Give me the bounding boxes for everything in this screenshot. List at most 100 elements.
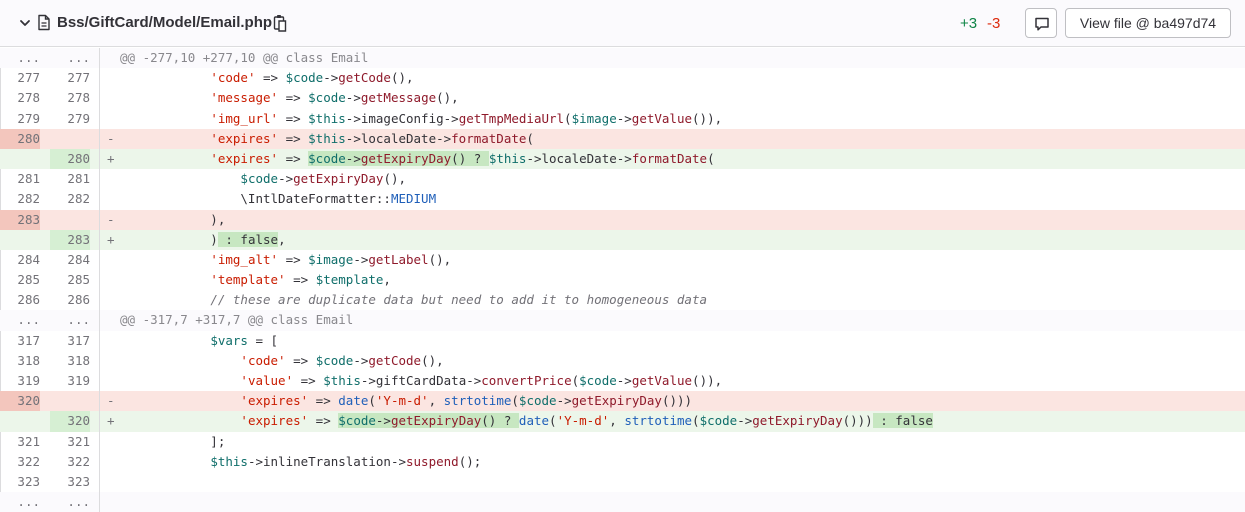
new-line-number[interactable]: 323 bbox=[50, 472, 90, 492]
code-line: ), bbox=[120, 211, 226, 227]
hunk-header-row: ...... bbox=[0, 492, 1245, 512]
diff-line: 283 + ) : false, bbox=[0, 229, 1245, 250]
diff-marker: - bbox=[107, 130, 115, 146]
diff-line: 321 321 ]; bbox=[0, 431, 1245, 452]
diff-line: 317 317 $vars = [ bbox=[0, 330, 1245, 351]
old-line-number[interactable]: 323 bbox=[0, 472, 40, 492]
new-line-number[interactable]: 320 bbox=[50, 411, 90, 432]
new-line-number[interactable] bbox=[50, 210, 90, 230]
new-line-number[interactable]: 279 bbox=[50, 109, 90, 129]
new-line-number[interactable]: ... bbox=[50, 310, 90, 330]
new-line-number[interactable]: 317 bbox=[50, 331, 90, 351]
code-line: 'expires' => $code->getExpiryDay() ? $th… bbox=[210, 150, 715, 166]
diff-line: 319 319 'value' => $this->giftCardData->c… bbox=[0, 371, 1245, 392]
new-line-number[interactable] bbox=[50, 129, 90, 149]
code-line: 'code' => $code->getCode(), bbox=[210, 70, 414, 86]
new-line-number[interactable]: ... bbox=[50, 48, 90, 68]
code-line: $code->getExpiryDay(), bbox=[240, 171, 407, 187]
old-line-number[interactable] bbox=[0, 149, 40, 169]
old-line-number[interactable]: 278 bbox=[0, 88, 40, 108]
new-line-number[interactable]: 319 bbox=[50, 371, 90, 391]
new-line-number[interactable]: 285 bbox=[50, 270, 90, 290]
file-path[interactable]: Bss/GiftCard/Model/Email.php bbox=[57, 13, 272, 33]
old-line-number[interactable]: 317 bbox=[0, 331, 40, 351]
old-line-number[interactable]: 319 bbox=[0, 371, 40, 391]
new-line-number[interactable]: 278 bbox=[50, 88, 90, 108]
diff-line: 285 285 'template' => $template, bbox=[0, 270, 1245, 291]
old-line-number[interactable]: ... bbox=[0, 48, 40, 68]
file-header: Bss/GiftCard/Model/Email.php +3 -3 View … bbox=[0, 0, 1245, 47]
diff-line: 279 279 'img_url' => $this->imageConfig->… bbox=[0, 108, 1245, 129]
old-line-number[interactable]: 284 bbox=[0, 250, 40, 270]
code-line: $this->inlineTranslation->suspend(); bbox=[210, 453, 482, 469]
old-line-number[interactable]: 285 bbox=[0, 270, 40, 290]
new-line-number[interactable]: 282 bbox=[50, 189, 90, 209]
code-line: ) : false, bbox=[120, 231, 286, 247]
diff-line: 280 - 'expires' => $this->localeDate->for… bbox=[0, 128, 1245, 149]
diff-marker: + bbox=[107, 413, 115, 429]
diff-line: 323 323 bbox=[0, 471, 1245, 493]
diff-line: 280 + 'expires' => $code->getExpiryDay() … bbox=[0, 148, 1245, 170]
code-line: // these are duplicate data but need to … bbox=[210, 292, 708, 308]
new-line-number[interactable]: 286 bbox=[50, 290, 90, 310]
diff-line: 320 + 'expires' => $code->getExpiryDay() … bbox=[0, 411, 1245, 432]
old-line-number[interactable]: 279 bbox=[0, 109, 40, 129]
diff-line: 318 318 'code' => $code->getCode(), bbox=[0, 350, 1245, 371]
old-line-number[interactable]: 280 bbox=[0, 128, 40, 149]
new-line-number[interactable]: 281 bbox=[50, 169, 90, 189]
old-line-number[interactable]: 282 bbox=[0, 189, 40, 209]
code-line: 'message' => $code->getMessage(), bbox=[210, 90, 459, 106]
code-line: 'expires' => date('Y-m-d', strtotime($co… bbox=[240, 393, 693, 409]
new-line-number[interactable]: 283 bbox=[50, 229, 90, 250]
old-line-number[interactable]: ... bbox=[0, 492, 40, 512]
diff-line: 281 281 $code->getExpiryDay(), bbox=[0, 169, 1245, 190]
old-line-number[interactable]: 281 bbox=[0, 169, 40, 189]
diff-line: 278 278 'message' => $code->getMessage(), bbox=[0, 88, 1245, 109]
new-line-number[interactable]: 277 bbox=[50, 68, 90, 88]
diff-line: 286 286 // these are duplicate data but n… bbox=[0, 290, 1245, 311]
old-line-number[interactable]: 322 bbox=[0, 452, 40, 472]
code-line: ]; bbox=[120, 433, 226, 449]
old-line-number[interactable]: 320 bbox=[0, 391, 40, 412]
file-icon bbox=[38, 14, 50, 31]
new-line-number[interactable]: 321 bbox=[50, 432, 90, 452]
old-line-number[interactable]: ... bbox=[0, 310, 40, 330]
diff-line: 283 - ), bbox=[0, 209, 1245, 230]
new-line-number[interactable]: 284 bbox=[50, 250, 90, 270]
chevron-down-icon[interactable] bbox=[18, 16, 32, 30]
old-line-number[interactable] bbox=[0, 411, 40, 431]
old-line-number[interactable]: 286 bbox=[0, 290, 40, 310]
diff-line: 322 322 $this->inlineTranslation->suspend… bbox=[0, 451, 1245, 472]
old-line-number[interactable]: 283 bbox=[0, 209, 40, 230]
old-line-number[interactable]: 277 bbox=[0, 68, 40, 88]
view-file-button[interactable]: View file @ ba497d74 bbox=[1065, 8, 1231, 38]
code-line: 'expires' => $code->getExpiryDay() ? dat… bbox=[240, 413, 933, 429]
old-line-number[interactable]: 321 bbox=[0, 432, 40, 452]
hunk-header-row: ...... @@ -317,7 +317,7 @@ class Email bbox=[0, 310, 1245, 331]
new-line-number[interactable] bbox=[50, 391, 90, 411]
hunk-header-row: ...... @@ -277,10 +277,10 @@ class Email bbox=[0, 48, 1245, 69]
code-line: 'value' => $this->giftCardData->convertP… bbox=[240, 373, 723, 388]
diff-line: 282 282 \IntlDateFormatter::MEDIUM bbox=[0, 189, 1245, 210]
comment-icon bbox=[1035, 17, 1049, 31]
old-line-number[interactable]: 318 bbox=[0, 351, 40, 371]
diff-marker: + bbox=[107, 231, 115, 247]
diff-table: ...... @@ -277,10 +277,10 @@ class Email 2… bbox=[0, 48, 1245, 512]
old-line-number[interactable] bbox=[0, 230, 40, 250]
new-line-number[interactable]: ... bbox=[50, 492, 90, 512]
code-line: $vars = [ bbox=[210, 332, 279, 348]
hunk-header-text: @@ -277,10 +277,10 @@ class Email bbox=[120, 50, 369, 65]
comment-button[interactable] bbox=[1025, 8, 1057, 38]
removed-lines-count: -3 bbox=[987, 15, 1001, 32]
diff-line: 277 277 'code' => $code->getCode(), bbox=[0, 68, 1245, 89]
new-line-number[interactable]: 318 bbox=[50, 351, 90, 371]
new-line-number[interactable]: 280 bbox=[50, 148, 90, 170]
code-line: 'template' => $template, bbox=[210, 272, 391, 288]
diff-marker: - bbox=[107, 211, 115, 227]
code-line: 'code' => $code->getCode(), bbox=[240, 352, 444, 368]
diff-line: 284 284 'img_alt' => $image->getLabel(), bbox=[0, 249, 1245, 271]
added-lines-count: +3 bbox=[960, 15, 978, 32]
copy-icon[interactable] bbox=[273, 14, 287, 32]
new-line-number[interactable]: 322 bbox=[50, 452, 90, 472]
diff-line: 320 - 'expires' => date('Y-m-d', strtotim… bbox=[0, 391, 1245, 412]
